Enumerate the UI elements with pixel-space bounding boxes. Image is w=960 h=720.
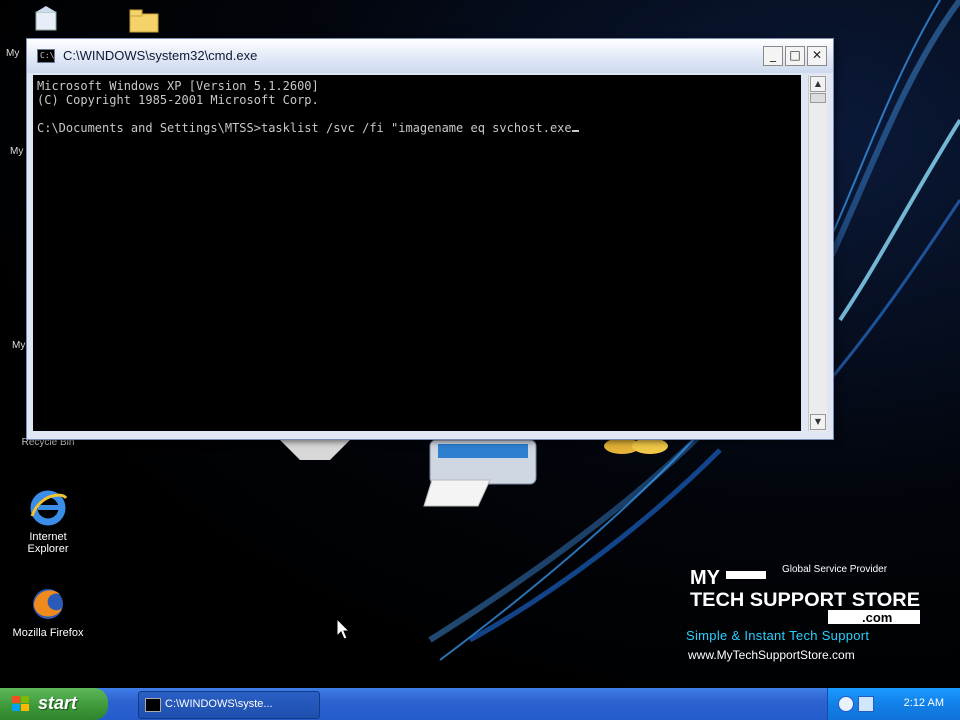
desktop-icon-top-1[interactable] <box>32 6 62 34</box>
brand-url: www.MyTechSupportStore.com <box>688 648 855 662</box>
brand-tagline: Global Service Provider <box>782 564 888 575</box>
maximize-button[interactable]: □ <box>785 46 805 66</box>
console-output[interactable]: Microsoft Windows XP [Version 5.1.2600](… <box>33 75 801 431</box>
folder-icon[interactable] <box>128 8 160 34</box>
scroll-up-arrow-icon[interactable]: ▲ <box>810 76 826 92</box>
desktop-icon-firefox[interactable]: Mozilla Firefox <box>8 584 88 639</box>
close-button[interactable]: ✕ <box>807 46 827 66</box>
vertical-scrollbar[interactable]: ▲ ▼ <box>808 75 827 431</box>
system-tray: 2:12 AM <box>827 688 960 720</box>
console-command: C:\Documents and Settings\MTSS>tasklist … <box>37 121 572 135</box>
printer-icon[interactable] <box>420 436 540 512</box>
desktop-partial-label: My <box>12 340 26 351</box>
start-label: start <box>38 693 78 713</box>
taskbar: start C:\WINDOWS\syste... 2:12 AM <box>0 688 960 720</box>
logo-line1: MY <box>690 567 721 589</box>
desktop-partial-label: My <box>6 48 20 59</box>
scroll-down-arrow-icon[interactable]: ▼ <box>810 414 826 430</box>
logo-line2: TECH SUPPORT STORE <box>690 590 920 611</box>
taskbar-clock[interactable]: 2:12 AM <box>904 697 944 709</box>
console-line: (C) Copyright 1985-2001 Microsoft Corp. <box>37 93 319 107</box>
mouse-pointer-icon <box>336 618 350 640</box>
window-title: C:\WINDOWS\system32\cmd.exe <box>63 48 258 63</box>
taskbar-item-cmd[interactable]: C:\WINDOWS\syste... <box>138 691 320 719</box>
brand-slogan: Simple & Instant Tech Support <box>686 628 870 643</box>
text-cursor <box>571 130 579 132</box>
taskbar-item-label: C:\WINDOWS\syste... <box>165 698 273 710</box>
console-prompt-line: C:\Documents and Settings\MTSS>tasklist … <box>37 121 797 135</box>
desktop-partial-label: My <box>10 146 24 157</box>
console-line: Microsoft Windows XP [Version 5.1.2600] <box>37 79 319 93</box>
command-prompt-window[interactable]: C:\ C:\WINDOWS\system32\cmd.exe _ □ ✕ Mi… <box>26 38 834 440</box>
start-button[interactable]: start <box>0 688 108 720</box>
console-icon: C:\ <box>37 49 55 63</box>
scrollbar-thumb[interactable] <box>810 93 826 103</box>
window-titlebar[interactable]: C:\ C:\WINDOWS\system32\cmd.exe _ □ ✕ <box>27 39 833 73</box>
tray-network-icon[interactable] <box>838 696 854 712</box>
logo-com: .com <box>862 610 892 625</box>
windows-flag-icon <box>12 696 29 711</box>
firefox-label: Mozilla Firefox <box>12 627 84 639</box>
desktop: My My My Recycle Bin Internet Explorer M… <box>0 0 960 688</box>
minimize-button[interactable]: _ <box>763 46 783 66</box>
console-icon <box>145 698 161 712</box>
internet-explorer-icon <box>30 490 68 526</box>
tray-volume-icon[interactable] <box>858 696 874 712</box>
internet-explorer-label: Internet Explorer <box>27 531 69 555</box>
firefox-icon <box>33 589 63 619</box>
desktop-icon-internet-explorer[interactable]: Internet Explorer <box>8 488 88 555</box>
